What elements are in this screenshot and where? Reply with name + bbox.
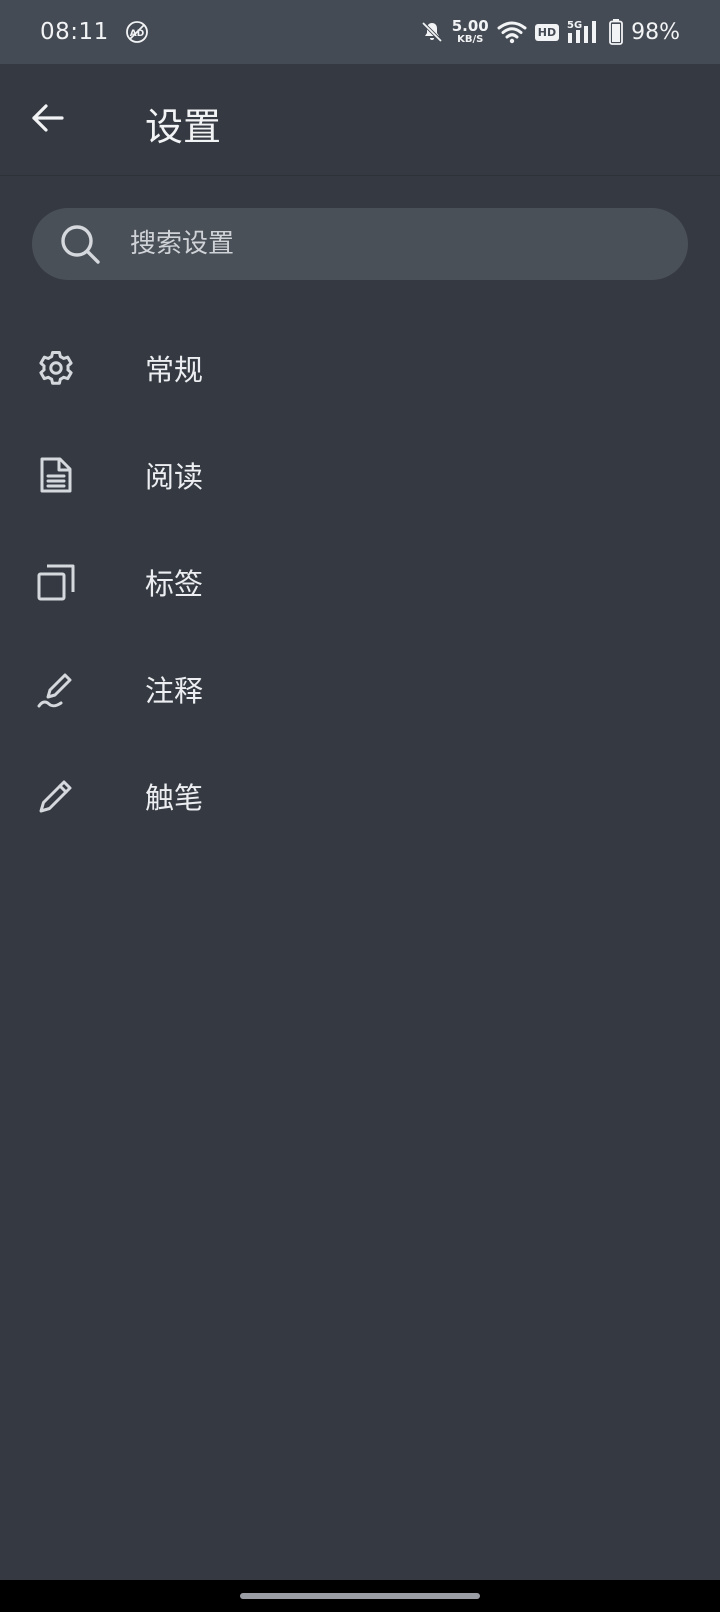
settings-item-tabs[interactable]: 标签 — [0, 528, 720, 635]
navigation-bar — [0, 1580, 720, 1612]
ad-block-icon: AD — [125, 21, 148, 43]
settings-item-annotations[interactable]: 注释 — [0, 635, 720, 742]
settings-list: 常规 阅读 标签 注释 触笔 — [0, 314, 720, 849]
settings-screen: 08:11 AD 5.00 KB/S HD 5G 98% 设置 搜索设置 常规 … — [0, 0, 720, 1612]
battery-icon — [609, 19, 623, 45]
cellular-signal-icon: 5G — [567, 20, 597, 43]
settings-item-general[interactable]: 常规 — [0, 314, 720, 421]
search-icon — [61, 225, 100, 264]
settings-item-label: 标签 — [145, 566, 204, 601]
gear-icon — [36, 348, 76, 388]
page-title: 设置 — [145, 105, 222, 149]
settings-item-stylus[interactable]: 触笔 — [0, 742, 720, 849]
status-time: 08:11 — [40, 19, 109, 45]
home-indicator[interactable] — [240, 1593, 480, 1599]
settings-item-label: 触笔 — [145, 780, 204, 815]
settings-item-label: 阅读 — [145, 459, 204, 494]
status-icons: 5.00 KB/S HD 5G 98% — [420, 19, 680, 45]
search-bar[interactable] — [32, 208, 688, 280]
battery-percentage: 98% — [631, 19, 680, 45]
hd-badge: HD — [534, 23, 560, 41]
status-bar: 08:11 AD 5.00 KB/S HD 5G 98% — [0, 0, 720, 64]
settings-item-reading[interactable]: 阅读 — [0, 421, 720, 528]
network-speed-unit: KB/S — [457, 34, 484, 45]
network-speed-value: 5.00 — [451, 17, 489, 35]
annotation-pen-icon — [36, 669, 76, 709]
app-bar: 设置 — [0, 64, 720, 176]
bell-off-icon — [421, 21, 442, 43]
back-button[interactable] — [24, 94, 72, 142]
settings-item-label: 注释 — [145, 673, 204, 708]
settings-item-label: 常规 — [145, 352, 204, 387]
network-type-label: 5G — [567, 20, 582, 31]
search-input[interactable] — [130, 229, 650, 259]
arrow-left-icon — [32, 104, 64, 132]
wifi-icon — [497, 21, 527, 44]
document-icon — [36, 455, 76, 495]
stylus-pencil-icon — [36, 776, 76, 816]
tabs-icon — [36, 562, 76, 602]
network-speed: 5.00 KB/S — [452, 19, 489, 45]
